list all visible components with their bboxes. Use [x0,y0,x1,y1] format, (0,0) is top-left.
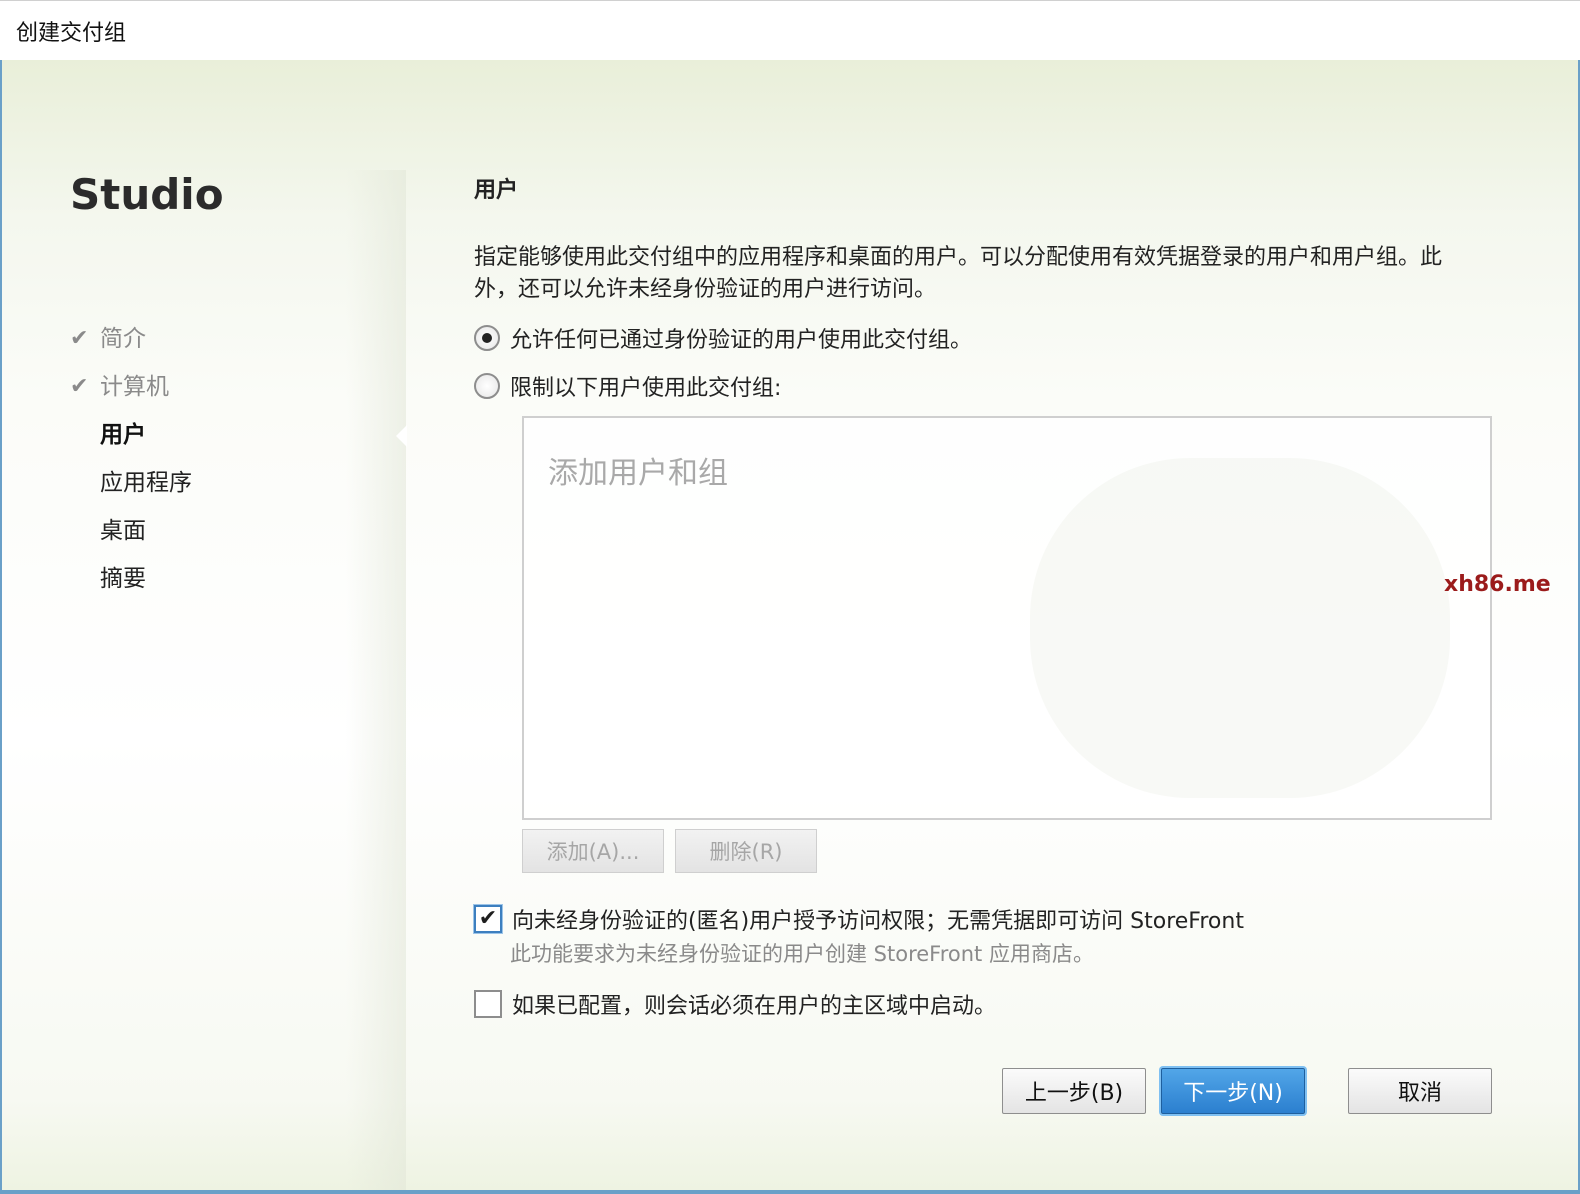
window-title: 创建交付组 [16,21,127,46]
radio-label: 限制以下用户使用此交付组: [510,376,782,401]
step-label: 应用程序 [100,470,192,496]
back-button[interactable]: 上一步(B) [1002,1068,1146,1114]
step-desktops[interactable]: 桌面 [70,514,192,562]
user-group-list[interactable]: 添加用户和组 [522,416,1492,820]
step-label: 摘要 [100,566,146,592]
home-zone-option[interactable]: 如果已配置，则会话必须在用户的主区域中启动。 [474,988,996,1020]
anonymous-access-hint: 此功能要求为未经身份验证的用户创建 StoreFront 应用商店。 [510,942,1094,966]
checkbox-label: 如果已配置，则会话必须在用户的主区域中启动。 [512,994,997,1019]
step-users[interactable]: 用户 [70,418,192,466]
check-icon: ✔ [70,326,89,351]
step-summary[interactable]: 摘要 [70,562,192,610]
radio-button-selected[interactable] [474,325,500,351]
checkbox-label: 向未经身份验证的(匿名)用户授予访问权限；无需凭据即可访问 StoreFront [512,909,1244,934]
anonymous-access-option[interactable]: ✔ 向未经身份验证的(匿名)用户授予访问权限；无需凭据即可访问 StoreFro… [474,903,1244,935]
wizard-body: Studio ✔ 简介 ✔ 计算机 用户 应用程序 桌面 摘要 用户 指定能够使… [0,60,1580,1194]
home-zone-checkbox[interactable] [474,990,502,1018]
step-label: 桌面 [100,518,146,544]
step-machines[interactable]: ✔ 计算机 [70,370,192,418]
sidebar: Studio ✔ 简介 ✔ 计算机 用户 应用程序 桌面 摘要 [2,60,406,1190]
sidebar-divider [346,170,406,1190]
add-user-button[interactable]: 添加(A)... [522,829,664,873]
next-button[interactable]: 下一步(N) [1161,1068,1305,1114]
radio-allow-any-authenticated[interactable]: 允许任何已通过身份验证的用户使用此交付组。 [474,321,972,355]
check-icon: ✔ [70,374,89,399]
wizard-steps: ✔ 简介 ✔ 计算机 用户 应用程序 桌面 摘要 [70,322,192,610]
radio-button[interactable] [474,373,500,399]
step-label: 用户 [100,422,146,448]
step-label: 简介 [100,326,146,352]
remove-user-button[interactable]: 删除(R) [675,829,817,873]
radio-label: 允许任何已通过身份验证的用户使用此交付组。 [510,328,973,353]
brand-logo: Studio [70,170,224,219]
title-bar: 创建交付组 [0,0,1580,60]
cancel-button[interactable]: 取消 [1348,1068,1492,1114]
site-watermark: xh86.me [1444,572,1551,597]
step-intro[interactable]: ✔ 简介 [70,322,192,370]
anonymous-access-checkbox[interactable]: ✔ [474,905,502,933]
page-title: 用户 [474,178,519,203]
page-description: 指定能够使用此交付组中的应用程序和桌面的用户。可以分配使用有效凭据登录的用户和用… [474,245,1443,302]
user-list-placeholder: 添加用户和组 [548,456,728,491]
current-step-pointer [396,425,407,447]
checkmark-icon: ✔ [478,906,498,931]
background-logo-watermark [1030,458,1450,798]
step-applications[interactable]: 应用程序 [70,466,192,514]
step-label: 计算机 [100,374,169,400]
radio-restrict-users[interactable]: 限制以下用户使用此交付组: [474,369,781,403]
